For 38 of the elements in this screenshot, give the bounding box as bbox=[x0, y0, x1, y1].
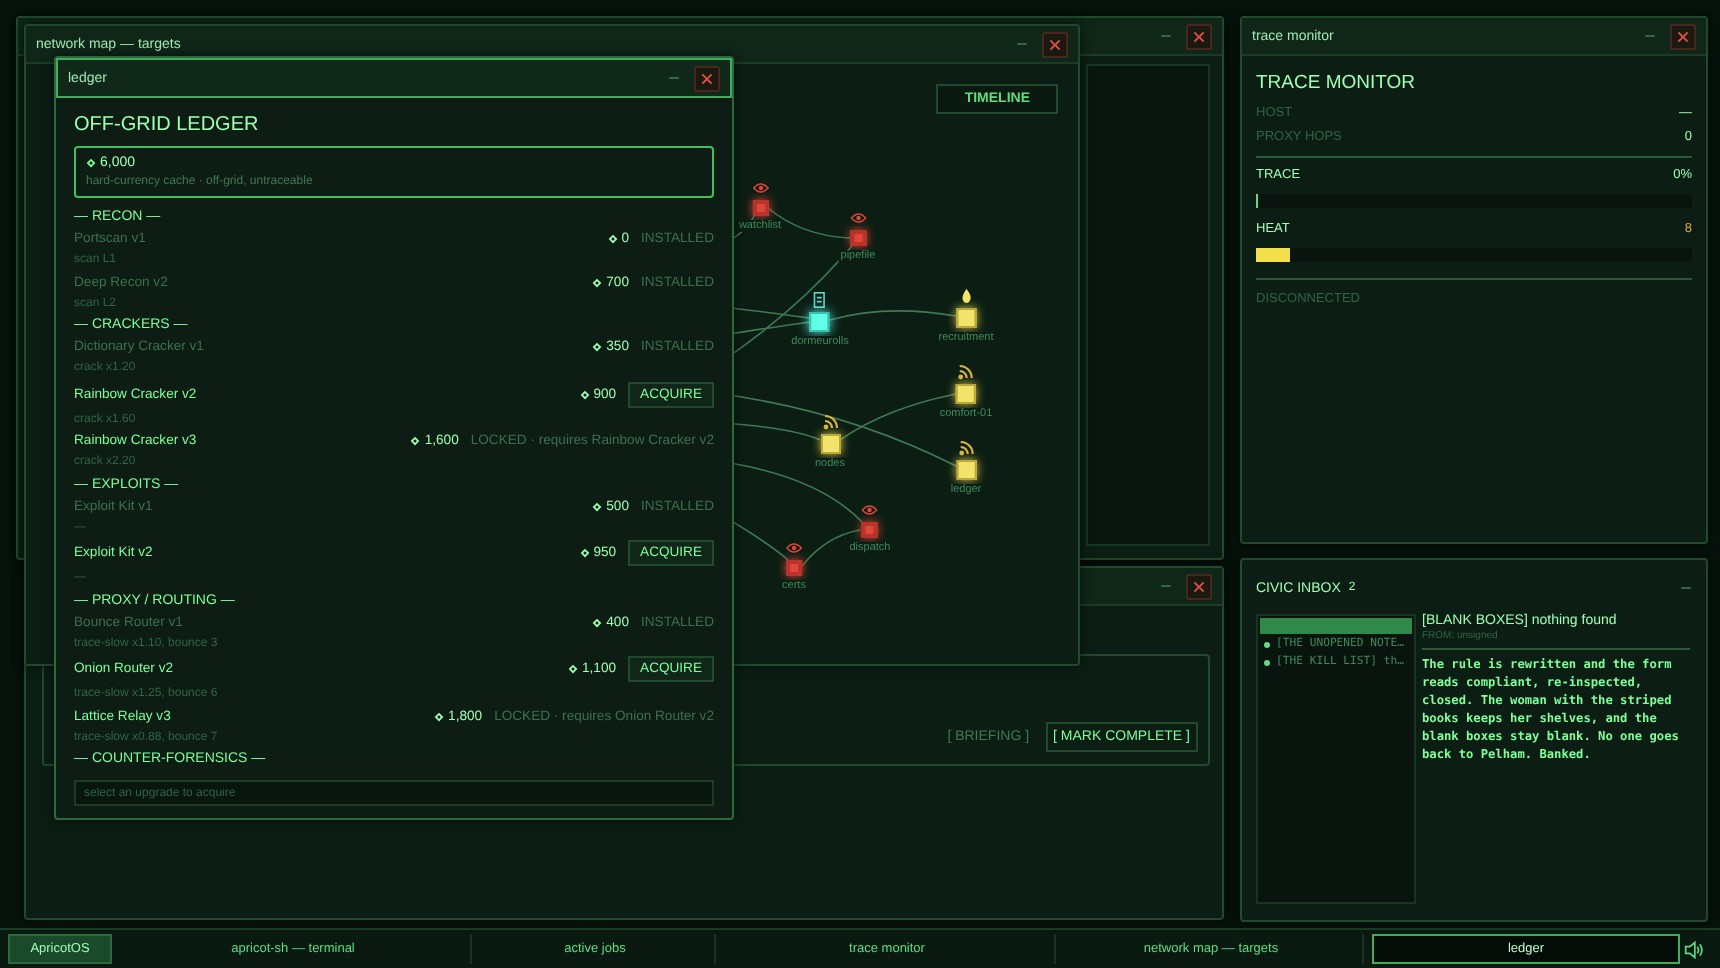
signal-icon bbox=[958, 364, 974, 380]
node-square[interactable] bbox=[810, 312, 830, 332]
close-icon[interactable] bbox=[694, 65, 720, 91]
coin-icon bbox=[86, 158, 96, 168]
speaker-icon[interactable] bbox=[1684, 939, 1704, 959]
eye-icon bbox=[752, 180, 768, 196]
coin-icon bbox=[592, 617, 603, 627]
coin-icon bbox=[410, 436, 421, 446]
node-square[interactable] bbox=[956, 384, 976, 404]
node-square[interactable] bbox=[956, 460, 976, 480]
coin-icon bbox=[579, 389, 590, 399]
eye-icon bbox=[786, 540, 802, 556]
coin-icon bbox=[592, 501, 603, 511]
signal-icon bbox=[958, 440, 974, 456]
ledger-heading: OFF-GRID LEDGER bbox=[74, 114, 261, 136]
server-icon bbox=[812, 292, 828, 308]
eye-icon bbox=[862, 502, 878, 518]
coin-icon bbox=[434, 711, 445, 721]
node-square[interactable] bbox=[862, 522, 878, 538]
close-icon[interactable] bbox=[1186, 573, 1212, 599]
coin-icon bbox=[579, 548, 590, 558]
node-square[interactable] bbox=[786, 560, 802, 576]
node-square[interactable] bbox=[752, 200, 768, 216]
coin-icon bbox=[568, 664, 579, 674]
coin-icon bbox=[607, 234, 618, 244]
close-icon[interactable] bbox=[1670, 23, 1696, 49]
coin-icon bbox=[592, 342, 603, 352]
signal-icon bbox=[822, 414, 838, 430]
unread-dot bbox=[1264, 659, 1270, 665]
close-icon[interactable] bbox=[1186, 23, 1212, 49]
monitor-heading: TRACE MONITOR bbox=[1256, 72, 1418, 94]
eye-icon bbox=[850, 210, 866, 226]
close-icon[interactable] bbox=[1042, 31, 1068, 57]
node-square[interactable] bbox=[956, 308, 976, 328]
coin-icon bbox=[592, 277, 603, 287]
node-square[interactable] bbox=[820, 434, 840, 454]
node-square[interactable] bbox=[850, 230, 866, 246]
unread-dot bbox=[1264, 641, 1270, 647]
